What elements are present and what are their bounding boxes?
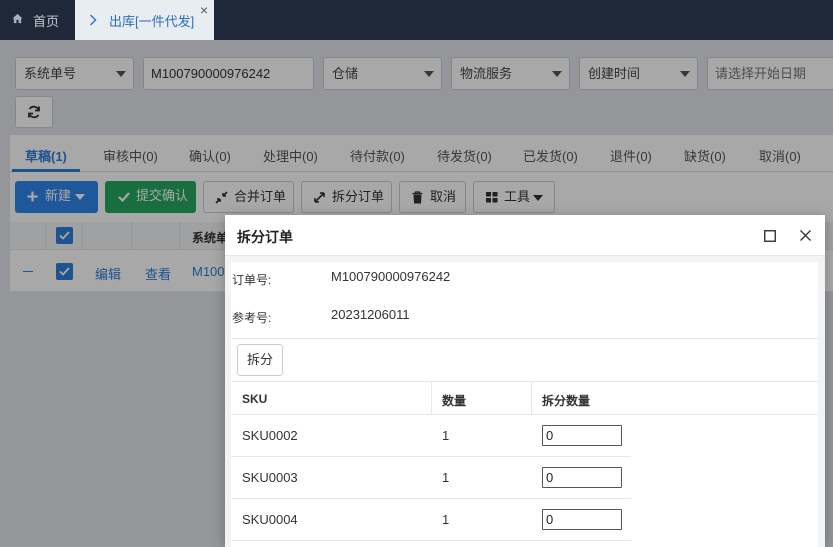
maximize-icon[interactable]	[764, 230, 776, 242]
qty-cell: 1	[442, 512, 450, 527]
qty-cell: 1	[442, 428, 450, 443]
column-divider	[431, 382, 432, 414]
divider	[231, 540, 631, 541]
split-qty-input[interactable]	[542, 509, 622, 530]
sku-cell: SKU0004	[242, 512, 298, 527]
table-row: SKU0004 1	[231, 499, 631, 541]
split-qty-input[interactable]	[542, 467, 622, 488]
tab-home[interactable]: 首页	[0, 0, 72, 40]
divider	[231, 338, 818, 339]
divider	[231, 381, 818, 382]
home-icon	[12, 13, 23, 24]
close-icon[interactable]	[800, 230, 811, 241]
tab-home-label: 首页	[33, 14, 60, 29]
table-row: SKU0002 1	[231, 415, 631, 457]
split-order-dialog: 拆分订单 订单号: M100790000976242 参考号: 20231206…	[225, 215, 825, 547]
sku-cell: SKU0003	[242, 470, 298, 485]
column-divider	[531, 382, 532, 414]
split-qty-input[interactable]	[542, 425, 622, 446]
split-button[interactable]: 拆分	[237, 344, 283, 376]
tab-outbound-dropship[interactable]: 出库[一件代发] ×	[75, 0, 214, 40]
order-no-value: M100790000976242	[331, 269, 451, 284]
tab-outbound-label: 出库[一件代发]	[109, 14, 195, 29]
dialog-title: 拆分订单	[237, 229, 293, 245]
order-no-label: 订单号:	[232, 273, 272, 287]
column-header-sku: SKU	[242, 392, 268, 406]
ref-no-label: 参考号:	[232, 311, 272, 325]
column-header-split-qty: 拆分数量	[542, 394, 591, 408]
sku-cell: SKU0002	[242, 428, 298, 443]
ref-no-value: 20231206011	[331, 307, 410, 322]
column-header-qty: 数量	[442, 394, 467, 408]
chevron-right-icon	[90, 14, 97, 26]
dialog-header: 拆分订单	[225, 215, 825, 256]
qty-cell: 1	[442, 470, 450, 485]
table-row: SKU0003 1	[231, 457, 631, 499]
close-icon[interactable]: ×	[200, 3, 208, 17]
